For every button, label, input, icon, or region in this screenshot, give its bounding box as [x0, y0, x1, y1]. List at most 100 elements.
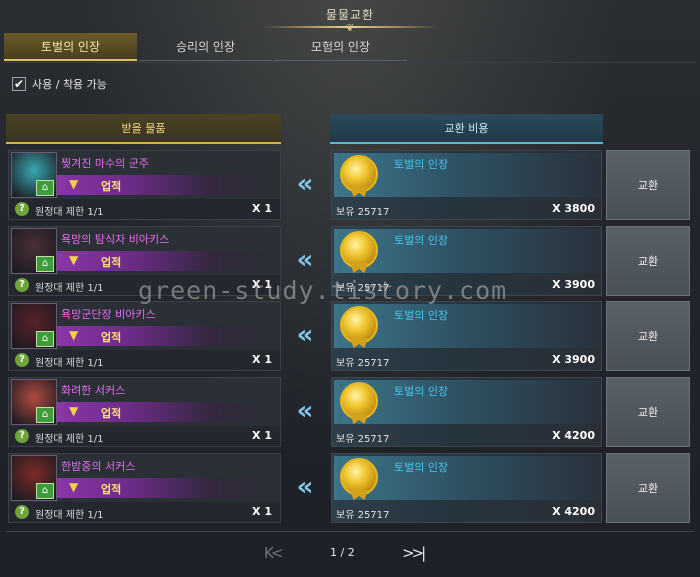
cost-currency-name: 토벌의 인장	[394, 309, 449, 322]
achievement-tag-label: 업적	[101, 407, 122, 420]
chevron-down-icon: ▼	[69, 177, 79, 191]
window-title: 물물교환	[325, 8, 375, 22]
receive-quantity: X 1	[252, 505, 272, 518]
exchange-row: ⌂ 한밤중의 서커스 ▼ 업적 ? 원정대 제한 1/1 X 1 « 토벌의 인…	[0, 453, 700, 525]
cost-currency-name: 토벌의 인장	[394, 234, 449, 247]
expedition-limit: 원정대 제한 1/1	[35, 358, 104, 369]
achievement-tag-label: 업적	[101, 331, 122, 344]
chevron-down-icon: ▼	[69, 253, 79, 267]
page-indicator: 1 / 2	[330, 546, 355, 559]
cost-quantity: X 3900	[552, 353, 595, 366]
cost-quantity: X 3800	[552, 202, 595, 215]
pager: K< 1 / 2 >>|	[0, 540, 700, 566]
usable-filter-label: 사용 / 착용 가능	[32, 78, 107, 91]
item-thumbnail: ⌂	[11, 228, 57, 274]
item-thumbnail: ⌂	[11, 379, 57, 425]
item-thumbnail: ⌂	[11, 455, 57, 501]
chevron-down-icon: ▼	[69, 480, 79, 494]
cost-quantity: X 3900	[552, 278, 595, 291]
double-arrow-left-icon: «	[296, 320, 314, 350]
home-icon: ⌂	[36, 407, 54, 423]
cost-quantity: X 4200	[552, 505, 595, 518]
exchange-button[interactable]: 교환	[606, 377, 690, 447]
achievement-tag-label: 업적	[101, 483, 122, 496]
item-name: 욕망의 탐식자 비아키스	[61, 233, 170, 246]
help-icon[interactable]: ?	[15, 353, 29, 367]
achievement-tag: ▼ 업적	[57, 251, 267, 271]
receive-item-card[interactable]: ⌂ 화려한 서커스 ▼ 업적 ? 원정대 제한 1/1 X 1	[8, 377, 281, 447]
help-icon[interactable]: ?	[15, 278, 29, 292]
help-icon[interactable]: ?	[15, 429, 29, 443]
usable-checkbox[interactable]: ✔	[12, 77, 26, 91]
receive-column-header: 받을 물품	[6, 114, 281, 144]
exchange-button[interactable]: 교환	[606, 301, 690, 371]
tab-divider	[4, 62, 696, 63]
home-icon: ⌂	[36, 180, 54, 196]
item-footer: ? 원정대 제한 1/1 X 1	[9, 426, 280, 446]
achievement-tag: ▼ 업적	[57, 402, 267, 422]
receive-quantity: X 1	[252, 353, 272, 366]
exchange-button[interactable]: 교환	[606, 150, 690, 220]
chevron-down-icon: ▼	[69, 404, 79, 418]
tab-bar: 토벌의 인장 승리의 인장 모험의 인장	[4, 33, 409, 61]
item-name: 찢겨진 마수의 군주	[61, 157, 149, 170]
help-icon[interactable]: ?	[15, 505, 29, 519]
item-name: 화려한 서커스	[61, 384, 126, 397]
item-footer: ? 원정대 제한 1/1 X 1	[9, 350, 280, 370]
double-arrow-left-icon: «	[296, 472, 314, 502]
owned-amount: 보유 25717	[336, 207, 390, 218]
item-thumbnail: ⌂	[11, 152, 57, 198]
achievement-tag: ▼ 업적	[57, 326, 267, 346]
cost-column-header: 교환 비용	[330, 114, 603, 144]
cost-card: 토벌의 인장 보유 25717 X 3900	[331, 301, 602, 371]
cost-currency-name: 토벌의 인장	[394, 158, 449, 171]
help-icon[interactable]: ?	[15, 202, 29, 216]
owned-amount: 보유 25717	[336, 510, 390, 521]
cost-currency-name: 토벌의 인장	[394, 385, 449, 398]
last-page-button[interactable]: >>|	[402, 544, 426, 562]
achievement-tag: ▼ 업적	[57, 175, 267, 195]
cost-quantity: X 4200	[552, 429, 595, 442]
achievement-tag-label: 업적	[101, 256, 122, 269]
tab-victory-seal[interactable]: 승리의 인장	[139, 33, 272, 61]
receive-item-card[interactable]: ⌂ 찢겨진 마수의 군주 ▼ 업적 ? 원정대 제한 1/1 X 1	[8, 150, 281, 220]
owned-amount: 보유 25717	[336, 358, 390, 369]
chevron-down-icon: ▼	[69, 328, 79, 342]
item-name: 욕망군단장 비아키스	[61, 308, 156, 321]
cost-card: 토벌의 인장 보유 25717 X 4200	[331, 453, 602, 523]
receive-quantity: X 1	[252, 429, 272, 442]
cost-currency-name: 토벌의 인장	[394, 461, 449, 474]
receive-quantity: X 1	[252, 202, 272, 215]
double-arrow-left-icon: «	[296, 396, 314, 426]
expedition-limit: 원정대 제한 1/1	[35, 207, 104, 218]
home-icon: ⌂	[36, 331, 54, 347]
item-footer: ? 원정대 제한 1/1 X 1	[9, 199, 280, 219]
receive-item-card[interactable]: ⌂ 한밤중의 서커스 ▼ 업적 ? 원정대 제한 1/1 X 1	[8, 453, 281, 523]
exchange-row: ⌂ 화려한 서커스 ▼ 업적 ? 원정대 제한 1/1 X 1 « 토벌의 인장…	[0, 377, 700, 449]
achievement-tag-label: 업적	[101, 180, 122, 193]
exchange-button[interactable]: 교환	[606, 226, 690, 296]
expedition-limit: 원정대 제한 1/1	[35, 283, 104, 294]
expedition-limit: 원정대 제한 1/1	[35, 510, 104, 521]
tab-subjugation-seal[interactable]: 토벌의 인장	[4, 33, 137, 61]
double-arrow-left-icon: «	[296, 169, 314, 199]
double-arrow-left-icon: «	[296, 245, 314, 275]
usable-filter[interactable]: ✔ 사용 / 착용 가능	[12, 76, 107, 92]
receive-item-card[interactable]: ⌂ 욕망군단장 비아키스 ▼ 업적 ? 원정대 제한 1/1 X 1	[8, 301, 281, 371]
item-thumbnail: ⌂	[11, 303, 57, 349]
first-page-button[interactable]: K<	[264, 544, 283, 562]
exchange-button[interactable]: 교환	[606, 453, 690, 523]
home-icon: ⌂	[36, 483, 54, 499]
item-footer: ? 원정대 제한 1/1 X 1	[9, 502, 280, 522]
tab-adventure-seal[interactable]: 모험의 인장	[274, 33, 407, 61]
item-name: 한밤중의 서커스	[61, 460, 136, 473]
bottom-divider	[6, 531, 694, 532]
cost-card: 토벌의 인장 보유 25717 X 4200	[331, 377, 602, 447]
exchange-row: ⌂ 찢겨진 마수의 군주 ▼ 업적 ? 원정대 제한 1/1 X 1 « 토벌의…	[0, 150, 700, 222]
check-icon: ✔	[13, 77, 25, 91]
watermark: green-study.tistory.com	[138, 276, 508, 305]
home-icon: ⌂	[36, 256, 54, 272]
exchange-row: ⌂ 욕망군단장 비아키스 ▼ 업적 ? 원정대 제한 1/1 X 1 « 토벌의…	[0, 301, 700, 373]
expedition-limit: 원정대 제한 1/1	[35, 434, 104, 445]
achievement-tag: ▼ 업적	[57, 478, 267, 498]
